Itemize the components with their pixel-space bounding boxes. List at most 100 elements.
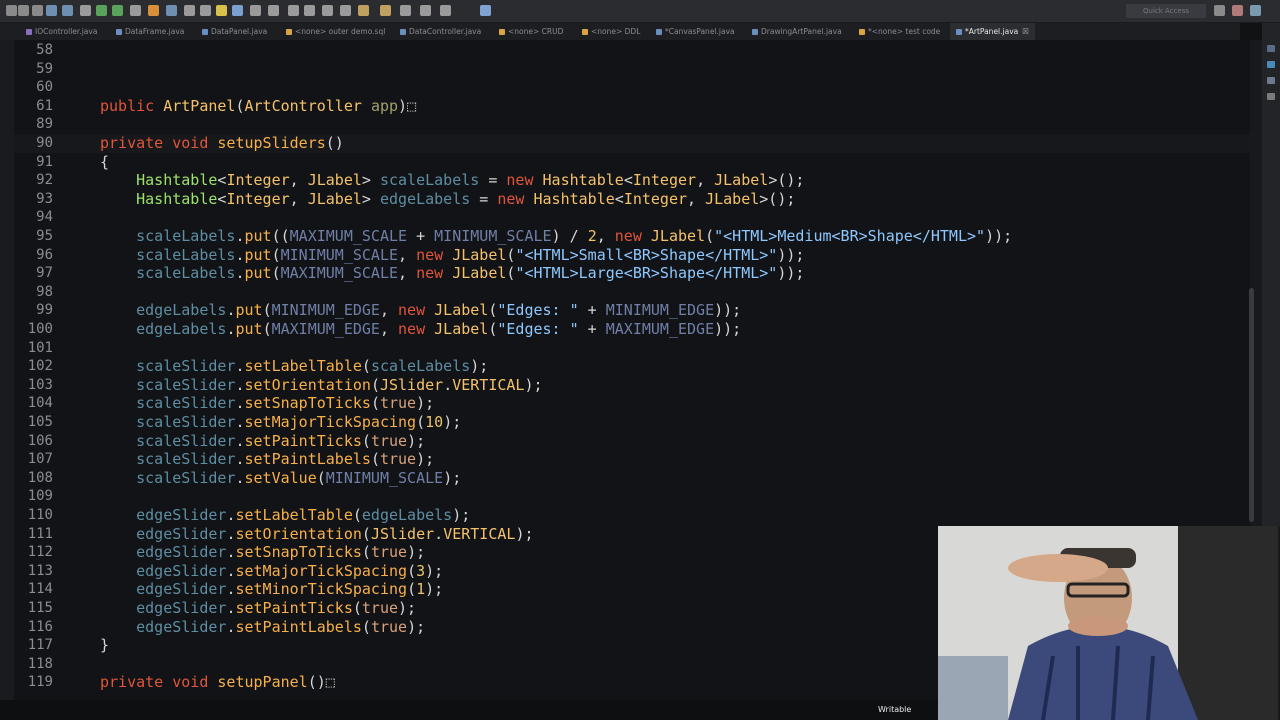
toolbar-button-icon[interactable]	[288, 5, 299, 16]
toolbar-button-icon[interactable]	[166, 5, 177, 16]
code-text: scaleSlider.setLabelTable(scaleLabels);	[100, 357, 488, 376]
perspective-icon[interactable]	[1267, 45, 1275, 52]
main-toolbar: Quick Access	[0, 0, 1280, 23]
code-token: .	[235, 450, 245, 469]
code-line[interactable]: 107 scaleSlider.setPaintLabels(true);	[14, 450, 1250, 469]
outline-icon[interactable]	[1267, 61, 1275, 68]
toolbar-button-icon[interactable]	[18, 5, 29, 16]
code-line[interactable]: 92 Hashtable<Integer, JLabel> scaleLabel…	[14, 171, 1250, 190]
toolbar-button-icon[interactable]	[80, 5, 91, 16]
line-number: 96	[36, 246, 53, 263]
code-token: (	[416, 413, 426, 431]
editor-tab[interactable]: *ArtPanel.java ☒	[950, 23, 1035, 40]
code-line[interactable]: 96 scaleLabels.put(MINIMUM_SCALE, new JL…	[14, 246, 1250, 265]
code-text: scaleLabels.put((MAXIMUM_SCALE + MINIMUM…	[100, 227, 1012, 246]
editor-tab[interactable]: DrawingArtPanel.java	[746, 23, 848, 40]
console-icon[interactable]	[1267, 93, 1275, 100]
toolbar-button-icon[interactable]	[232, 5, 243, 16]
toolbar-button-icon[interactable]	[358, 5, 369, 16]
code-line[interactable]: 100 edgeLabels.put(MAXIMUM_EDGE, new JLa…	[14, 320, 1250, 339]
editor-tab[interactable]: <none> DDL	[576, 23, 646, 40]
code-token: );	[515, 524, 534, 543]
code-line[interactable]: 60	[14, 78, 1250, 97]
code-token: );	[470, 357, 489, 376]
code-token: (	[361, 524, 371, 543]
toolbar-button-icon[interactable]	[480, 5, 491, 16]
toolbar-button-icon[interactable]	[112, 5, 123, 16]
toolbar-button-icon[interactable]	[440, 5, 451, 16]
toolbar-button-icon[interactable]	[250, 5, 261, 16]
code-line[interactable]: 90 private void setupSliders()	[14, 134, 1250, 153]
editor-tab[interactable]: *<none> test code	[853, 23, 946, 40]
editor-tab[interactable]: IOController.java	[20, 23, 103, 40]
toolbar-button-icon[interactable]	[216, 5, 227, 16]
code-line[interactable]: 103 scaleSlider.setOrientation(JSlider.V…	[14, 376, 1250, 395]
toolbar-button-icon[interactable]	[340, 5, 351, 16]
code-line[interactable]: 94	[14, 208, 1250, 227]
toolbar-button-icon[interactable]	[130, 5, 141, 16]
code-line[interactable]: 110 edgeSlider.setLabelTable(edgeLabels)…	[14, 506, 1250, 525]
editor-tab[interactable]: DataPanel.java	[196, 23, 273, 40]
code-line[interactable]: 102 scaleSlider.setLabelTable(scaleLabel…	[14, 357, 1250, 376]
close-tab-icon[interactable]: ☒	[1022, 27, 1029, 36]
code-line[interactable]: 93 Hashtable<Integer, JLabel> edgeLabels…	[14, 190, 1250, 209]
code-line[interactable]: 105 scaleSlider.setMajorTickSpacing(10);	[14, 413, 1250, 432]
code-text: edgeLabels.put(MINIMUM_EDGE, new JLabel(…	[100, 301, 741, 320]
code-token: .	[235, 264, 245, 283]
code-line[interactable]: 101	[14, 339, 1250, 358]
editor-tab[interactable]: DataController.java	[394, 23, 487, 40]
code-token: 3	[416, 561, 426, 580]
code-token: setPaintLabels	[244, 450, 371, 469]
editor-tab[interactable]: <none> CRUD	[493, 23, 569, 40]
toolbar-button-icon[interactable]	[62, 5, 73, 16]
code-token: ));	[985, 227, 1013, 245]
editor-tab[interactable]: *CanvasPanel.java	[650, 23, 741, 40]
perspective-switch-icon[interactable]	[1250, 5, 1261, 16]
code-line[interactable]: 58	[14, 41, 1250, 60]
code-line[interactable]: 106 scaleSlider.setPaintTicks(true);	[14, 432, 1250, 451]
code-line[interactable]: 109	[14, 487, 1250, 506]
toolbar-button-icon[interactable]	[6, 5, 17, 16]
editor-tab[interactable]: <none> outer demo.sql	[280, 23, 391, 40]
code-line[interactable]: 99 edgeLabels.put(MINIMUM_EDGE, new JLab…	[14, 301, 1250, 320]
code-token: +	[407, 227, 435, 245]
code-line[interactable]: 91 {	[14, 153, 1250, 172]
file-type-icon	[202, 29, 208, 35]
code-text: scaleLabels.put(MAXIMUM_SCALE, new JLabe…	[100, 264, 804, 283]
toolbar-button-icon[interactable]	[32, 5, 43, 16]
code-token: setMajorTickSpacing	[244, 413, 417, 431]
toolbar-button-icon[interactable]	[380, 5, 391, 16]
quick-access-field[interactable]: Quick Access	[1126, 4, 1206, 18]
code-line[interactable]: 98	[14, 283, 1250, 302]
editor-tab[interactable]: DataFrame.java	[110, 23, 190, 40]
code-line[interactable]: 108 scaleSlider.setValue(MINIMUM_SCALE);	[14, 469, 1250, 488]
code-line[interactable]: 104 scaleSlider.setSnapToTicks(true);	[14, 394, 1250, 413]
toolbar-button-icon[interactable]	[184, 5, 195, 16]
task-list-icon[interactable]	[1267, 77, 1275, 84]
toolbar-button-icon[interactable]	[400, 5, 411, 16]
vertical-scrollbar-thumb[interactable]	[1249, 288, 1254, 522]
toolbar-button-icon[interactable]	[46, 5, 57, 16]
toolbar-button-icon[interactable]	[148, 5, 159, 16]
perspective-switch-icon[interactable]	[1214, 5, 1225, 16]
toolbar-button-icon[interactable]	[322, 5, 333, 16]
toolbar-button-icon[interactable]	[420, 5, 431, 16]
code-token: scaleSlider	[136, 375, 236, 394]
code-line[interactable]: 89	[14, 115, 1250, 134]
code-line[interactable]: 97 scaleLabels.put(MAXIMUM_SCALE, new JL…	[14, 264, 1250, 283]
code-token: put	[244, 264, 272, 283]
perspective-switch-icon[interactable]	[1232, 5, 1243, 16]
toolbar-button-icon[interactable]	[200, 5, 211, 16]
code-token: Integer	[226, 171, 290, 190]
code-line[interactable]: 95 scaleLabels.put((MAXIMUM_SCALE + MINI…	[14, 227, 1250, 246]
toolbar-button-icon[interactable]	[96, 5, 107, 16]
code-line[interactable]: 59	[14, 60, 1250, 79]
code-token: public	[100, 96, 164, 115]
code-text: edgeSlider.setPaintLabels(true);	[100, 618, 425, 637]
code-token: true	[370, 617, 408, 636]
toolbar-button-icon[interactable]	[268, 5, 279, 16]
code-line[interactable]: 61 public ArtPanel(ArtController app)⬚	[14, 97, 1250, 116]
toolbar-button-icon[interactable]	[304, 5, 315, 16]
